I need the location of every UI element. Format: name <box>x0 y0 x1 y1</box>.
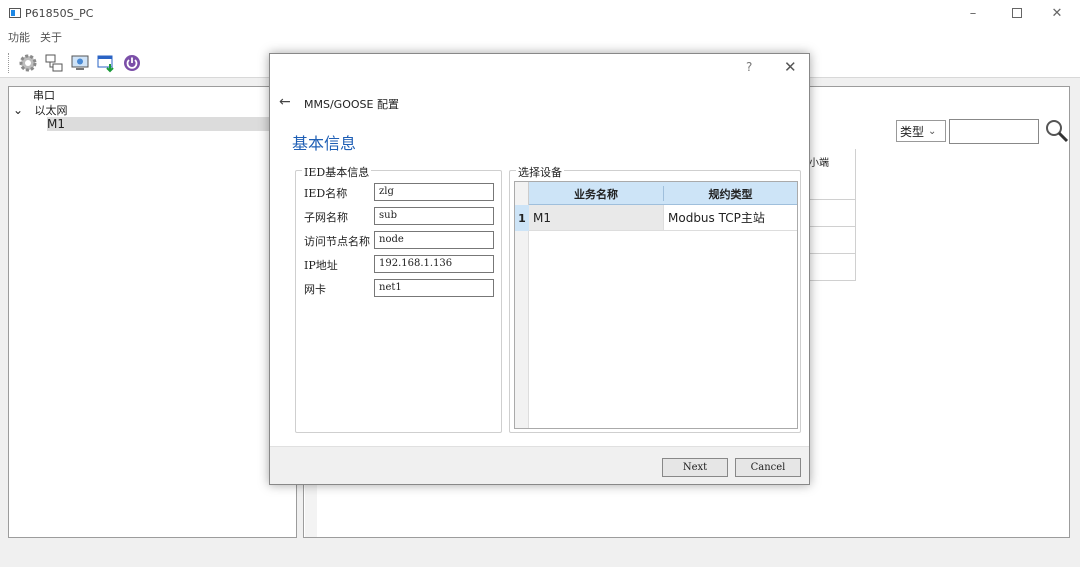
chevron-down-icon[interactable]: ⌄ <box>13 103 27 117</box>
column-header-fragment: 小端 <box>809 158 829 169</box>
cancel-button[interactable]: Cancel <box>735 458 801 477</box>
search-input[interactable] <box>949 119 1039 144</box>
minimize-button[interactable]: – <box>954 0 992 26</box>
toolbar-grip <box>8 52 11 73</box>
back-arrow-icon[interactable]: ← <box>279 94 291 110</box>
tree-item-label: 以太网 <box>34 104 68 117</box>
device-table: 业务名称 规约类型 1 M1 Modbus TCP主站 <box>514 181 798 429</box>
table-row <box>805 227 855 254</box>
table-row <box>805 200 855 227</box>
group-title: IED基本信息 <box>302 164 372 180</box>
table-corner <box>515 182 529 205</box>
window-title: P61850S_PC <box>25 6 94 20</box>
table-header: 业务名称 规约类型 <box>515 182 797 205</box>
maximize-button[interactable] <box>998 0 1036 26</box>
tree-item-serial[interactable]: 串口 <box>9 89 296 103</box>
column-header-protocol-type[interactable]: 规约类型 <box>663 186 797 201</box>
maximize-icon <box>1012 8 1022 18</box>
ip-address-field[interactable]: 192.168.1.136 <box>374 255 494 273</box>
network-icon[interactable] <box>43 52 65 74</box>
selection-highlight <box>47 117 295 131</box>
access-point-label: 访问节点名称 <box>304 235 370 248</box>
status-bar <box>0 540 1080 567</box>
search-icon[interactable] <box>1044 118 1070 144</box>
type-select-value: 类型 <box>900 124 925 139</box>
ip-address-label: IP地址 <box>304 259 338 272</box>
minimize-icon: – <box>969 5 977 21</box>
subnet-name-label: 子网名称 <box>304 211 348 224</box>
nic-label: 网卡 <box>304 283 326 296</box>
next-button[interactable]: Next <box>662 458 728 477</box>
ied-name-field[interactable]: zlg <box>374 183 494 201</box>
mms-goose-config-dialog: ? ✕ ← MMS/GOOSE 配置 基本信息 IED基本信息 IED名称 zl… <box>269 53 810 485</box>
close-icon: ✕ <box>1051 5 1063 21</box>
row-index[interactable]: 1 <box>515 205 529 231</box>
page-heading: 基本信息 <box>292 134 357 153</box>
monitor-icon[interactable] <box>69 52 91 74</box>
help-button[interactable]: ? <box>746 60 752 74</box>
row-header-strip <box>515 231 529 428</box>
table-cell-protocol[interactable]: Modbus TCP主站 <box>663 205 797 231</box>
chevron-down-icon: ⌄ <box>928 125 937 137</box>
menu-function[interactable]: 功能 <box>8 29 30 45</box>
table-row <box>805 254 855 281</box>
menu-bar: 功能 关于 <box>0 26 1080 48</box>
dialog-footer: Next Cancel <box>270 446 809 484</box>
dialog-close-button[interactable]: ✕ <box>784 58 797 76</box>
power-icon[interactable] <box>121 52 143 74</box>
nic-field[interactable]: net1 <box>374 279 494 297</box>
select-device-group: 选择设备 业务名称 规约类型 1 M1 Modbus TCP主站 <box>509 164 801 433</box>
tree-item-ethernet[interactable]: ⌄ 以太网 <box>9 103 296 117</box>
dialog-title: MMS/GOOSE 配置 <box>304 98 399 111</box>
tree-item-label: M1 <box>47 117 65 131</box>
close-window-button[interactable]: ✕ <box>1038 0 1076 26</box>
app-icon <box>9 8 21 18</box>
ied-name-label: IED名称 <box>304 187 348 200</box>
ied-info-group: IED基本信息 IED名称 zlg 子网名称 sub 访问节点名称 node I… <box>295 164 502 433</box>
group-title: 选择设备 <box>516 164 564 180</box>
gear-icon[interactable] <box>17 52 39 74</box>
menu-about[interactable]: 关于 <box>40 29 62 45</box>
title-bar: P61850S_PC – ✕ <box>0 0 1080 26</box>
type-select[interactable]: 类型 ⌄ <box>896 120 946 142</box>
window-download-icon[interactable] <box>95 52 117 74</box>
table-cell-name[interactable]: M1 <box>529 205 663 231</box>
tree-item-m1[interactable]: M1 <box>9 117 296 131</box>
device-tree: 串口 ⌄ 以太网 M1 <box>8 86 297 538</box>
column-header-business-name[interactable]: 业务名称 <box>529 186 663 202</box>
subnet-name-field[interactable]: sub <box>374 207 494 225</box>
tree-item-label: 串口 <box>33 89 55 102</box>
table-header-cell: 小端 <box>805 149 855 200</box>
access-point-field[interactable]: node <box>374 231 494 249</box>
table-fragment: 小端 <box>804 149 856 281</box>
